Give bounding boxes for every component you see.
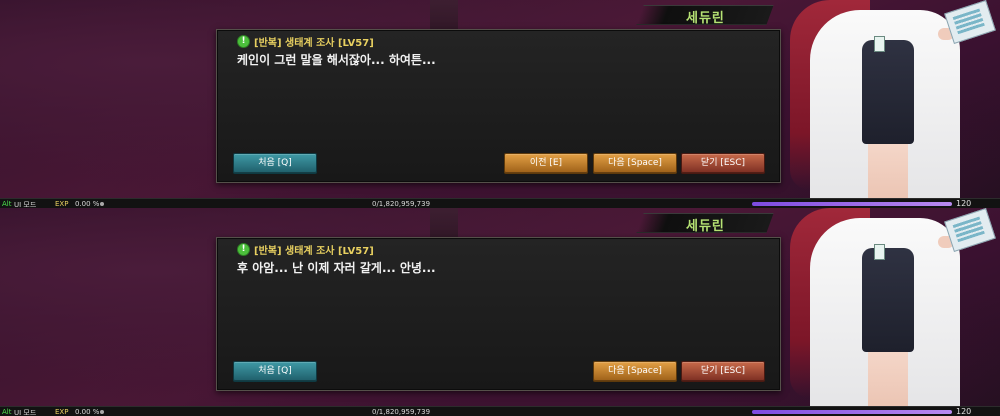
dialog-scene-2: 세듀린 ! [반복] 생태계 조사 [LV57] 후 아암... 난 이제 자러… — [0, 208, 1000, 416]
quest-title-text: [반복] 생태계 조사 [LV57] — [254, 246, 374, 257]
quest-title: ! [반복] 생태계 조사 [LV57] — [237, 242, 374, 257]
exp-value: 0/1,820,959,739 — [372, 200, 431, 208]
quest-title-text: [반복] 생태계 조사 [LV57] — [254, 38, 374, 49]
exp-percent: 0.00 % — [75, 200, 100, 208]
close-button[interactable]: 닫기 [ESC] — [681, 361, 765, 382]
player-level: 120 — [956, 407, 972, 416]
alt-key-indicator[interactable]: Alt — [2, 200, 11, 208]
exp-dot-icon — [100, 202, 104, 206]
speaker-name: 세듀린 — [686, 11, 725, 26]
npc-portrait — [770, 208, 1000, 416]
next-button[interactable]: 다음 [Space] — [593, 361, 677, 382]
prev-button[interactable]: 이전 [E] — [504, 153, 588, 174]
exp-value: 0/1,820,959,739 — [372, 408, 431, 416]
npc-dress — [862, 248, 914, 352]
close-button[interactable]: 닫기 [ESC] — [681, 153, 765, 174]
alt-key-indicator[interactable]: Alt — [2, 408, 11, 416]
dialog-scene-1: 세듀린 ! [반복] 생태계 조사 [LV57] 케인이 그런 말을 해서잖아.… — [0, 0, 1000, 208]
npc-portrait — [770, 0, 1000, 208]
status-bar: Alt UI 모드 EXP 0.00 % 0/1,820,959,739 120 — [0, 198, 1000, 208]
player-level: 120 — [956, 199, 972, 208]
ui-mode-label[interactable]: UI 모드 — [14, 408, 36, 416]
ui-mode-label[interactable]: UI 모드 — [14, 200, 36, 208]
exp-dot-icon — [100, 410, 104, 414]
first-button[interactable]: 처음 [Q] — [233, 361, 317, 382]
dialog-text: 케인이 그런 말을 해서잖아... 하여튼... — [237, 53, 436, 67]
quest-title: ! [반복] 생태계 조사 [LV57] — [237, 34, 374, 49]
npc-dress — [862, 40, 914, 144]
exp-label: EXP — [55, 408, 69, 416]
id-badge-icon — [874, 36, 885, 52]
npc-dialog-box: ! [반복] 생태계 조사 [LV57] 케인이 그런 말을 해서잖아... 하… — [216, 29, 781, 183]
exp-percent: 0.00 % — [75, 408, 100, 416]
exp-progress-bar — [752, 410, 952, 414]
exp-progress-bar — [752, 202, 952, 206]
npc-dialog-box: ! [반복] 생태계 조사 [LV57] 후 아암... 난 이제 자러 갈게.… — [216, 237, 781, 391]
tablet-icon — [944, 0, 996, 45]
speaker-name: 세듀린 — [686, 219, 725, 234]
dialog-text: 후 아암... 난 이제 자러 갈게... 안녕... — [237, 261, 436, 275]
id-badge-icon — [874, 244, 885, 260]
tablet-icon — [944, 208, 996, 253]
quest-exclamation-icon: ! — [237, 35, 250, 48]
next-button[interactable]: 다음 [Space] — [593, 153, 677, 174]
status-bar: Alt UI 모드 EXP 0.00 % 0/1,820,959,739 120 — [0, 406, 1000, 416]
first-button[interactable]: 처음 [Q] — [233, 153, 317, 174]
quest-exclamation-icon: ! — [237, 243, 250, 256]
exp-label: EXP — [55, 200, 69, 208]
